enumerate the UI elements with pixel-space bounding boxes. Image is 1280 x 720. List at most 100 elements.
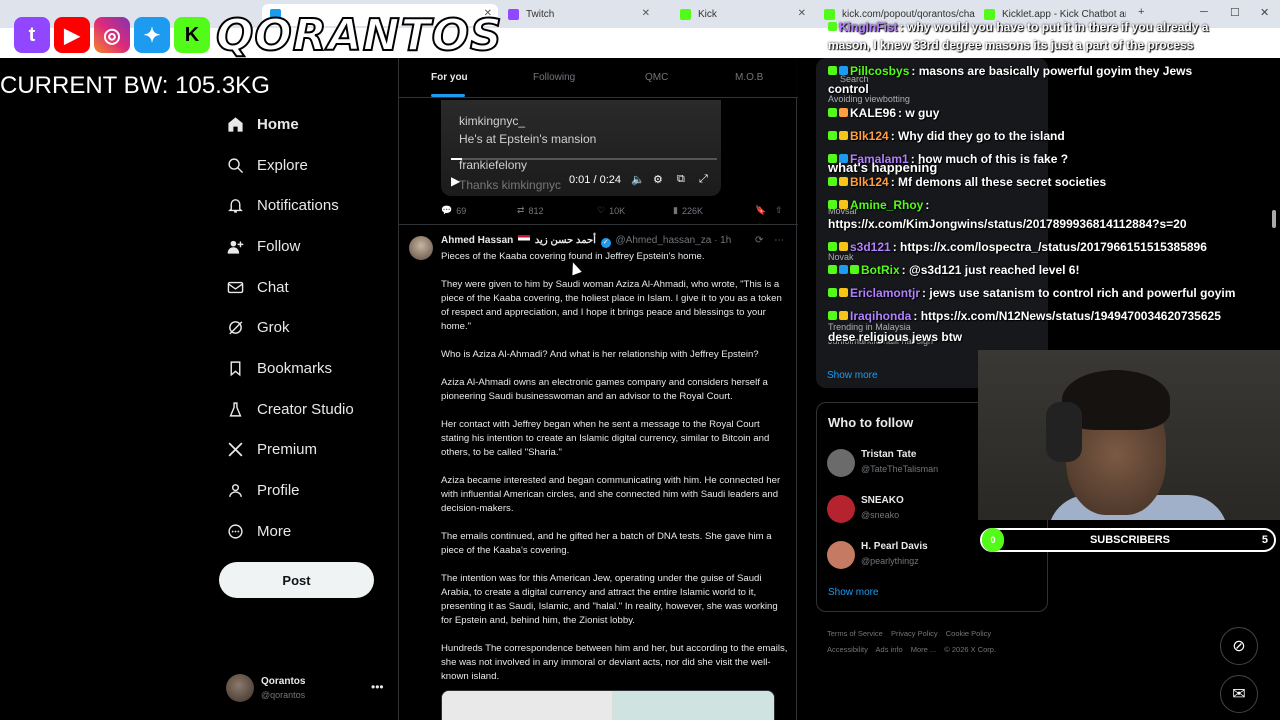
suggestion-name[interactable]: Tristan Tate bbox=[861, 449, 916, 460]
grok-icon[interactable]: ⟳ bbox=[755, 235, 763, 246]
avatar[interactable] bbox=[827, 495, 855, 523]
who-to-follow-title: Who to follow bbox=[828, 415, 914, 430]
footer-link[interactable]: Ads info bbox=[876, 645, 903, 654]
chat-message: what's happening bbox=[828, 160, 938, 175]
video-caption: Thanks kimkingnyc bbox=[459, 178, 562, 192]
author-name[interactable]: Ahmed Hassan bbox=[441, 235, 513, 246]
video-player[interactable]: kimkingnyc_ He's at Epstein's mansion fr… bbox=[441, 100, 721, 196]
nav-explore[interactable]: Explore bbox=[226, 145, 396, 186]
screen: ✕ Twitch ✕ Kick ✕ kick.com/popout/qorant… bbox=[0, 0, 1280, 720]
nav-bookmarks[interactable]: Bookmarks bbox=[226, 348, 396, 389]
post-image[interactable] bbox=[442, 691, 612, 720]
volume-icon[interactable]: 🔈 bbox=[631, 173, 645, 186]
fullscreen-icon[interactable]: ⤢ bbox=[699, 173, 708, 186]
footer-links: Terms of Service Privacy Policy Cookie P… bbox=[827, 626, 1047, 658]
bookmark-icon[interactable]: 🔖 bbox=[755, 205, 766, 216]
post-paragraph: Hundreds The correspondence between him … bbox=[441, 643, 788, 682]
avatar[interactable] bbox=[409, 236, 433, 260]
account-switcher[interactable]: Qorantos @qorantos ••• bbox=[226, 674, 386, 706]
chat-message: https://x.com/KimJongwins/status/2017899… bbox=[828, 217, 1187, 231]
show-more-link[interactable]: Show more bbox=[828, 587, 879, 598]
video-progress-bar[interactable] bbox=[451, 158, 717, 160]
more-dots-icon[interactable]: ⋯ bbox=[774, 235, 784, 246]
nav-chat[interactable]: Chat bbox=[226, 267, 396, 308]
divider bbox=[399, 224, 798, 225]
messages-icon[interactable]: ✉ bbox=[1220, 675, 1258, 713]
author-arabic-name: أحمد حسن زيد bbox=[534, 235, 596, 246]
more-dots-icon[interactable]: ••• bbox=[371, 680, 384, 694]
subscriber-goal-bar: 0 SUBSCRIBERS 5 bbox=[980, 528, 1276, 552]
post-header: Ahmed Hassan أحمد حسن زيد ✓ @Ahmed_hassa… bbox=[441, 235, 732, 248]
verified-badge-icon: ✓ bbox=[600, 238, 611, 248]
follow-icon bbox=[226, 237, 244, 255]
post-media[interactable] bbox=[441, 690, 775, 720]
youtube-logo-icon: ▶ bbox=[54, 17, 90, 53]
tab-mob[interactable]: M.O.B bbox=[735, 72, 763, 83]
repost-button[interactable]: ⇄ 812 bbox=[517, 205, 544, 216]
nav-more[interactable]: More bbox=[226, 511, 396, 552]
body-weight-overlay: CURRENT BW: 105.3KG bbox=[0, 72, 270, 99]
like-button[interactable]: ♡ 10K bbox=[597, 205, 625, 216]
scrollbar-thumb[interactable] bbox=[1272, 210, 1276, 228]
suggestion-name[interactable]: H. Pearl Davis bbox=[861, 541, 928, 552]
post-paragraph: Aziza Al-Ahmadi owns an electronic games… bbox=[441, 377, 768, 402]
tab-following[interactable]: Following bbox=[533, 72, 575, 83]
new-tab-icon[interactable]: + bbox=[1138, 6, 1144, 18]
nav-follow[interactable]: Follow bbox=[226, 226, 396, 267]
close-icon[interactable]: ✕ bbox=[798, 8, 806, 19]
grok-icon[interactable]: ⊘ bbox=[1220, 627, 1258, 665]
headset bbox=[1046, 402, 1082, 462]
nav-home[interactable]: Home bbox=[226, 104, 396, 145]
settings-gear-icon[interactable]: ⚙ bbox=[653, 173, 663, 186]
bell-icon bbox=[226, 197, 244, 215]
nav-creator-studio[interactable]: Creator Studio bbox=[226, 389, 396, 430]
share-icon[interactable]: ⇧ bbox=[775, 205, 783, 216]
footer-link[interactable]: More ... bbox=[911, 645, 936, 654]
suggestion-name[interactable]: SNEAKO bbox=[861, 495, 904, 506]
footer-link[interactable]: Cookie Policy bbox=[946, 629, 991, 638]
author-handle[interactable]: @Ahmed_hassan_za bbox=[616, 235, 712, 246]
chat-message: control bbox=[828, 82, 869, 96]
instagram-logo-icon: ◎ bbox=[94, 17, 130, 53]
footer-link[interactable]: Privacy Policy bbox=[891, 629, 938, 638]
avatar[interactable] bbox=[827, 449, 855, 477]
mail-icon bbox=[226, 278, 244, 296]
post-image[interactable] bbox=[614, 691, 774, 720]
browser-tab-kick[interactable]: Kick ✕ bbox=[672, 4, 812, 26]
footer-link[interactable]: Terms of Service bbox=[827, 629, 883, 638]
chat-message: Amine_Rhoy: bbox=[828, 198, 929, 212]
post-paragraph: Pieces of the Kaaba covering found in Je… bbox=[441, 251, 705, 262]
post-paragraph: Who is Aziza Al-Ahmadi? And what is her … bbox=[441, 349, 759, 360]
chat-message: Blk124: Mf demons all these secret socie… bbox=[828, 175, 1106, 189]
post-paragraph: Her contact with Jeffrey began when he s… bbox=[441, 419, 770, 458]
post-time[interactable]: 1h bbox=[720, 235, 731, 246]
play-icon[interactable]: ▶ bbox=[451, 174, 460, 188]
tab-for-you[interactable]: For you bbox=[431, 72, 468, 83]
nav-profile[interactable]: Profile bbox=[226, 470, 396, 511]
views-button[interactable]: ▮ 226K bbox=[673, 205, 703, 216]
account-handle: @qorantos bbox=[261, 690, 306, 700]
stream-branding: t ▶ ◎ ✦ K QORANTOS bbox=[14, 9, 503, 62]
home-icon bbox=[226, 115, 244, 133]
show-more-link[interactable]: Show more bbox=[827, 370, 878, 381]
nav-premium[interactable]: Premium bbox=[226, 430, 396, 471]
timeline: For you Following QMC M.O.B kimkingnyc_ … bbox=[398, 58, 798, 720]
avatar[interactable] bbox=[827, 541, 855, 569]
scrollbar[interactable] bbox=[1270, 60, 1278, 720]
subscriber-goal-label: SUBSCRIBERS bbox=[1089, 534, 1171, 546]
close-icon[interactable]: ✕ bbox=[642, 8, 650, 19]
minimize-icon[interactable]: ─ bbox=[1200, 6, 1208, 18]
nav-notifications[interactable]: Notifications bbox=[226, 185, 396, 226]
reply-button[interactable]: 💬 69 bbox=[441, 205, 466, 216]
post-paragraph: The emails continued, and he gifted her … bbox=[441, 531, 772, 556]
tab-qmc[interactable]: QMC bbox=[645, 72, 668, 83]
copyright: © 2026 X Corp. bbox=[944, 645, 997, 654]
kick-favicon-icon bbox=[680, 9, 691, 20]
footer-link[interactable]: Accessibility bbox=[827, 645, 868, 654]
browser-tab-twitch[interactable]: Twitch ✕ bbox=[500, 4, 656, 26]
subscriber-goal-target: 5 bbox=[1261, 534, 1268, 546]
picture-in-picture-icon[interactable]: ⧉ bbox=[677, 173, 685, 186]
heart-icon: ♡ bbox=[597, 205, 606, 215]
nav-grok[interactable]: Grok bbox=[226, 307, 396, 348]
post-button[interactable]: Post bbox=[219, 562, 374, 598]
